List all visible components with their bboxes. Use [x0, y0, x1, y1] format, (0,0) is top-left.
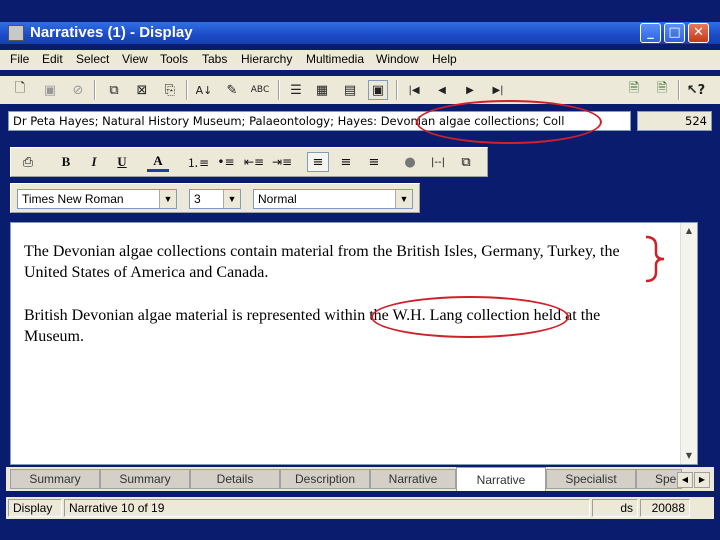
bullet-list-icon[interactable]: •≡ — [215, 152, 237, 172]
display-view-icon[interactable]: ▣ — [368, 80, 388, 100]
menu-view[interactable]: View — [122, 52, 148, 66]
chevron-down-icon[interactable]: ▼ — [395, 190, 412, 208]
align-center-icon[interactable]: ≡ — [335, 152, 357, 172]
menu-multimedia[interactable]: Multimedia — [306, 52, 364, 66]
status-user: ds — [592, 499, 638, 517]
narrative-paragraph: British Devonian algae material is repre… — [24, 307, 601, 345]
next-record-icon[interactable]: ▶ — [460, 80, 480, 100]
window-title: Narratives (1) - Display — [30, 24, 193, 41]
status-record: Narrative 10 of 19 — [64, 499, 590, 517]
menu-hierarchy[interactable]: Hierarchy — [241, 52, 292, 66]
tab-summary[interactable]: Summary — [10, 469, 100, 489]
image-icon[interactable]: ● — [399, 152, 421, 172]
paste-record-icon[interactable]: ⎘ — [160, 80, 180, 100]
tab-description[interactable]: Description — [280, 469, 370, 489]
vertical-scrollbar[interactable]: ▲ ▼ — [680, 223, 697, 464]
stop-icon[interactable]: ⊘ — [68, 80, 88, 100]
menu-file[interactable]: File — [10, 52, 29, 66]
font-family-select[interactable]: Times New Roman ▼ — [17, 189, 177, 209]
tab-details[interactable]: Details — [190, 469, 280, 489]
font-size-value: 3 — [194, 192, 201, 206]
font-toolbar: Times New Roman ▼ 3 ▼ Normal ▼ — [10, 183, 420, 213]
annotation-brace — [645, 235, 665, 283]
detach-icon[interactable]: 🗎 — [652, 80, 672, 100]
bold-button[interactable]: B — [55, 152, 77, 172]
print-icon[interactable]: ⎙ — [17, 152, 39, 172]
annotation-ellipse — [371, 296, 569, 338]
font-color-icon[interactable]: A — [147, 152, 169, 172]
delete-record-icon[interactable]: ⊠ — [132, 80, 152, 100]
menu-bar: File Edit Select View Tools Tabs Hierarc… — [0, 50, 720, 70]
annotation-ellipse — [416, 100, 602, 144]
insert-object-icon[interactable]: ⧉ — [455, 152, 477, 172]
app-icon — [8, 25, 24, 41]
menu-help[interactable]: Help — [432, 52, 457, 66]
paragraph-style-select[interactable]: Normal ▼ — [253, 189, 413, 209]
edit-icon[interactable]: ✎ — [222, 80, 242, 100]
menu-select[interactable]: Select — [76, 52, 109, 66]
attach-icon[interactable]: 🗎 — [624, 80, 644, 100]
title-bar: Narratives (1) - Display _ □ ✕ — [0, 22, 720, 44]
record-count: 524 — [637, 111, 712, 131]
underline-button[interactable]: U — [111, 152, 133, 172]
menu-tools[interactable]: Tools — [160, 52, 188, 66]
numbered-list-icon[interactable]: ⒈≡ — [187, 152, 209, 172]
align-right-icon[interactable]: ≡ — [363, 152, 385, 172]
format-toolbar: ⎙ B I U A ⒈≡ •≡ ⇤≡ ⇥≡ ≡ ≡ ≡ ● |--| ⧉ — [10, 147, 488, 177]
chevron-down-icon[interactable]: ▼ — [159, 190, 176, 208]
page-view-icon[interactable]: ▤ — [340, 80, 360, 100]
narrative-paragraph: The Devonian algae collections contain m… — [24, 243, 620, 281]
italic-button[interactable]: I — [83, 152, 105, 172]
spellcheck-icon[interactable]: ABC — [250, 80, 270, 100]
tab-scroll-right-icon[interactable]: ▶ — [694, 472, 710, 488]
menu-edit[interactable]: Edit — [42, 52, 63, 66]
font-family-value: Times New Roman — [22, 192, 124, 206]
tab-specialist-2[interactable]: Spe — [636, 469, 682, 489]
new-icon[interactable]: 🗋 — [10, 80, 30, 100]
paragraph-style-value: Normal — [258, 192, 297, 206]
close-button[interactable]: ✕ — [688, 23, 709, 43]
menu-window[interactable]: Window — [376, 52, 419, 66]
tab-scroll-left-icon[interactable]: ◀ — [677, 472, 693, 488]
menu-tabs[interactable]: Tabs — [202, 52, 227, 66]
horizontal-rule-icon[interactable]: |--| — [427, 152, 449, 172]
main-toolbar: 🗋 ▣ ⊘ ⧉ ⊠ ⎘ A↓ ✎ ABC ☰ ▦ ▤ ▣ |◀ ◀ ▶ ▶| 🗎… — [0, 76, 720, 104]
maximize-button[interactable]: □ — [664, 23, 685, 43]
tab-narrative[interactable]: Narrative — [370, 469, 456, 489]
list-view-icon[interactable]: ☰ — [286, 80, 306, 100]
help-icon[interactable]: ↖? — [686, 80, 706, 100]
tab-summary-2[interactable]: Summary — [100, 469, 190, 489]
narrative-editor[interactable]: The Devonian algae collections contain m… — [10, 222, 698, 465]
status-bar: Display Narrative 10 of 19 ds 20088 — [6, 497, 714, 519]
last-record-icon[interactable]: ▶| — [488, 80, 508, 100]
table-view-icon[interactable]: ▦ — [312, 80, 332, 100]
align-left-icon[interactable]: ≡ — [307, 152, 329, 172]
outdent-icon[interactable]: ⇤≡ — [243, 152, 265, 172]
copy-record-icon[interactable]: ⧉ — [104, 80, 124, 100]
font-size-select[interactable]: 3 ▼ — [189, 189, 241, 209]
scroll-up-icon[interactable]: ▲ — [681, 223, 697, 239]
tab-narrative-active[interactable]: Narrative — [456, 467, 546, 491]
scroll-down-icon[interactable]: ▼ — [681, 448, 697, 464]
indent-icon[interactable]: ⇥≡ — [271, 152, 293, 172]
tab-strip: Summary Summary Details Description Narr… — [6, 467, 714, 491]
tab-specialist[interactable]: Specialist — [546, 469, 636, 489]
sort-icon[interactable]: A↓ — [194, 80, 214, 100]
minimize-button[interactable]: _ — [640, 23, 661, 43]
status-id: 20088 — [640, 499, 690, 517]
previous-record-icon[interactable]: ◀ — [432, 80, 452, 100]
first-record-icon[interactable]: |◀ — [404, 80, 424, 100]
status-mode: Display — [8, 499, 62, 517]
save-icon[interactable]: ▣ — [40, 80, 60, 100]
chevron-down-icon[interactable]: ▼ — [223, 190, 240, 208]
